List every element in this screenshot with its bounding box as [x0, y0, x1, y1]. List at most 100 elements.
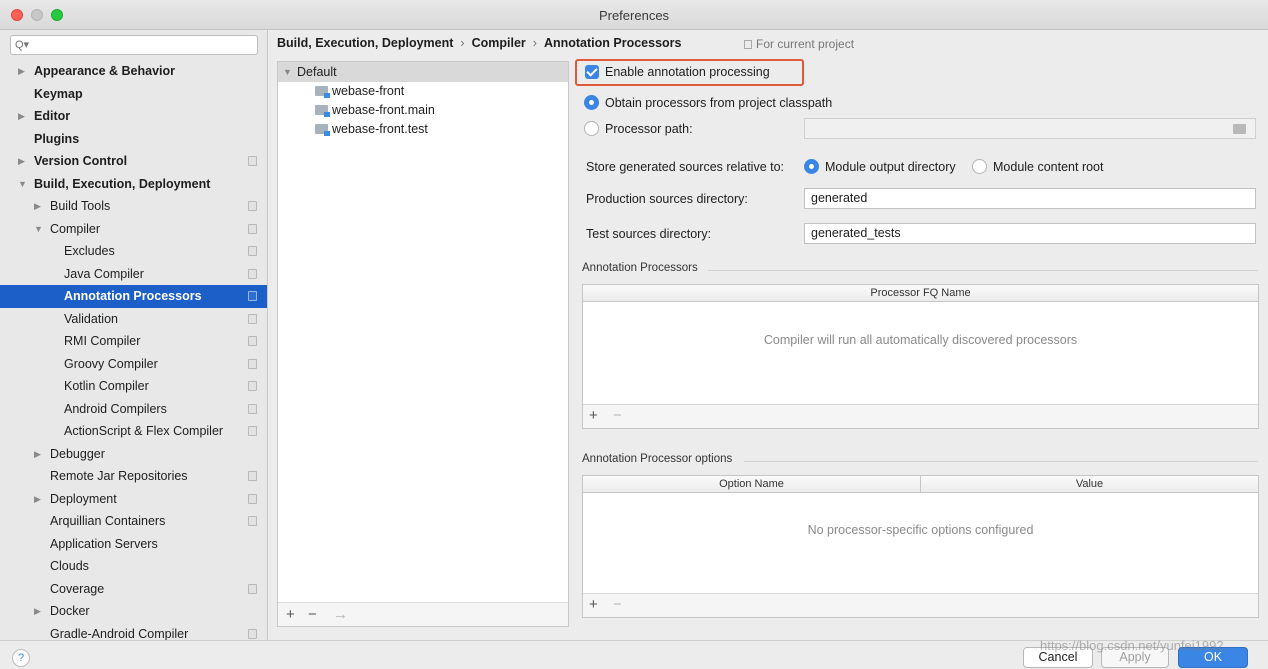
- profile-label: Default: [297, 65, 337, 79]
- sidebar-item-label: Plugins: [34, 131, 80, 146]
- processor-path-label[interactable]: Processor path:: [605, 121, 693, 137]
- sidebar-item[interactable]: Annotation Processors: [0, 285, 267, 308]
- chevron-right-icon[interactable]: ▶: [34, 488, 41, 511]
- module-output-directory-radio[interactable]: [804, 159, 819, 174]
- sidebar-item[interactable]: Gradle-Android Compiler: [0, 623, 267, 640]
- module-content-root-radio[interactable]: [972, 159, 987, 174]
- production-sources-label: Production sources directory:: [586, 192, 748, 206]
- sidebar-item[interactable]: Excludes: [0, 240, 267, 263]
- sidebar-item[interactable]: ▶ Editor: [0, 105, 267, 128]
- add-option-button[interactable]: +: [589, 596, 598, 614]
- chevron-right-icon[interactable]: ▶: [34, 443, 41, 466]
- sidebar-item[interactable]: Plugins: [0, 128, 267, 151]
- options-empty-message: No processor-specific options configured: [807, 523, 1034, 537]
- chevron-down-icon[interactable]: ▼: [283, 62, 292, 82]
- sidebar-item[interactable]: RMI Compiler: [0, 330, 267, 353]
- chevron-right-icon[interactable]: ▶: [34, 600, 41, 623]
- module-item[interactable]: webase-front.test: [315, 120, 428, 138]
- sidebar-item[interactable]: Groovy Compiler: [0, 353, 267, 376]
- sidebar-item-label: Appearance & Behavior: [34, 64, 176, 78]
- chevron-right-icon[interactable]: ▶: [18, 60, 25, 83]
- project-scope-icon: [248, 156, 257, 166]
- sidebar-item[interactable]: Kotlin Compiler: [0, 375, 267, 398]
- processors-table: Processor FQ Name Compiler will run all …: [582, 284, 1259, 429]
- search-icon: Q▾: [15, 39, 30, 51]
- sidebar-item-label: Excludes: [64, 244, 115, 258]
- move-module-button[interactable]: →: [333, 606, 348, 624]
- settings-sidebar: Q▾ ▶ Appearance & Behavior Keymap ▶ Editor Pl…: [0, 30, 268, 640]
- processor-fq-name-column-header[interactable]: Processor FQ Name: [583, 285, 1258, 302]
- project-scope-icon: [248, 291, 257, 301]
- add-profile-button[interactable]: +: [286, 606, 295, 624]
- test-sources-label: Test sources directory:: [586, 227, 712, 241]
- sidebar-item[interactable]: Java Compiler: [0, 263, 267, 286]
- project-scope-icon: [744, 40, 752, 49]
- sidebar-item[interactable]: ▼ Build, Execution, Deployment: [0, 173, 267, 196]
- settings-search-input[interactable]: Q▾: [10, 35, 258, 55]
- project-scope-icon: [248, 583, 257, 594]
- sidebar-item[interactable]: ▶ Version Control: [0, 150, 267, 173]
- options-toolbar: + −: [583, 593, 1258, 617]
- processor-path-field[interactable]: [804, 118, 1256, 139]
- option-name-column-header[interactable]: Option Name: [583, 476, 921, 493]
- title-bar: Preferences: [0, 0, 1268, 30]
- sidebar-item[interactable]: Android Compilers: [0, 398, 267, 421]
- sidebar-item[interactable]: ▶ Deployment: [0, 488, 267, 511]
- project-scope-icon: [248, 246, 257, 256]
- test-sources-field[interactable]: generated_tests: [804, 223, 1256, 244]
- module-item[interactable]: webase-front: [315, 82, 404, 100]
- sidebar-item-label: Build, Execution, Deployment: [34, 176, 211, 191]
- production-sources-field[interactable]: generated: [804, 188, 1256, 209]
- sidebar-item[interactable]: ActionScript & Flex Compiler: [0, 420, 267, 443]
- enable-annotation-processing-checkbox[interactable]: [585, 65, 599, 79]
- remove-processor-button[interactable]: −: [613, 407, 622, 425]
- sidebar-item-label: Kotlin Compiler: [64, 379, 149, 393]
- module-profile-default[interactable]: ▼ Default: [278, 62, 568, 82]
- sidebar-item[interactable]: ▶ Docker: [0, 600, 267, 623]
- breadcrumb-separator: ›: [532, 36, 537, 50]
- module-item[interactable]: webase-front.main: [315, 101, 435, 119]
- module-list-panel: ▼ Default webase-front webase-front.main…: [277, 61, 569, 627]
- chevron-right-icon[interactable]: ▶: [18, 150, 25, 173]
- project-scope-icon: [248, 223, 257, 234]
- processors-empty-message: Compiler will run all automatically disc…: [763, 333, 1078, 347]
- help-button[interactable]: ?: [12, 649, 30, 667]
- chevron-right-icon[interactable]: ▶: [34, 195, 41, 218]
- breadcrumb-part[interactable]: Compiler: [472, 36, 526, 50]
- window-title: Preferences: [598, 8, 670, 23]
- sidebar-item[interactable]: ▼ Compiler: [0, 218, 267, 241]
- obtain-from-classpath-label[interactable]: Obtain processors from project classpath: [605, 95, 832, 111]
- enable-annotation-processing-label[interactable]: Enable annotation processing: [605, 64, 770, 80]
- remove-profile-button[interactable]: −: [308, 606, 317, 624]
- chevron-down-icon[interactable]: ▼: [18, 173, 27, 196]
- sidebar-item[interactable]: ▶ Debugger: [0, 443, 267, 466]
- sidebar-item-label: Application Servers: [50, 536, 158, 551]
- sidebar-item[interactable]: Arquillian Containers: [0, 510, 267, 533]
- chevron-down-icon[interactable]: ▼: [34, 218, 43, 241]
- project-scope-icon: [248, 381, 257, 391]
- sidebar-item[interactable]: Clouds: [0, 555, 267, 578]
- obtain-from-classpath-radio[interactable]: [584, 95, 599, 110]
- settings-tree: ▶ Appearance & Behavior Keymap ▶ Editor Plugi…: [0, 60, 267, 640]
- value-column-header[interactable]: Value: [921, 476, 1258, 493]
- module-content-root-label[interactable]: Module content root: [993, 159, 1104, 175]
- breadcrumb-part[interactable]: Build, Execution, Deployment: [277, 36, 453, 50]
- processor-path-radio[interactable]: [584, 121, 599, 136]
- folder-icon[interactable]: [1233, 124, 1246, 134]
- sidebar-item[interactable]: Coverage: [0, 578, 267, 601]
- sidebar-item[interactable]: Remote Jar Repositories: [0, 465, 267, 488]
- module-output-directory-label[interactable]: Module output directory: [825, 159, 956, 175]
- remove-option-button[interactable]: −: [613, 596, 622, 614]
- project-scope-icon: [248, 493, 257, 504]
- sidebar-item[interactable]: Validation: [0, 308, 267, 331]
- sidebar-item[interactable]: ▶ Appearance & Behavior: [0, 60, 267, 83]
- add-processor-button[interactable]: +: [589, 407, 598, 425]
- breadcrumb: Build, Execution, Deployment › Compiler › An…: [277, 34, 681, 52]
- sidebar-item[interactable]: Keymap: [0, 83, 267, 106]
- scope-text: For current project: [756, 37, 855, 51]
- sidebar-item[interactable]: ▶ Build Tools: [0, 195, 267, 218]
- sidebar-item-label: Android Compilers: [64, 401, 167, 416]
- sidebar-item-label: Remote Jar Repositories: [50, 469, 188, 483]
- chevron-right-icon[interactable]: ▶: [18, 105, 25, 128]
- sidebar-item[interactable]: Application Servers: [0, 533, 267, 556]
